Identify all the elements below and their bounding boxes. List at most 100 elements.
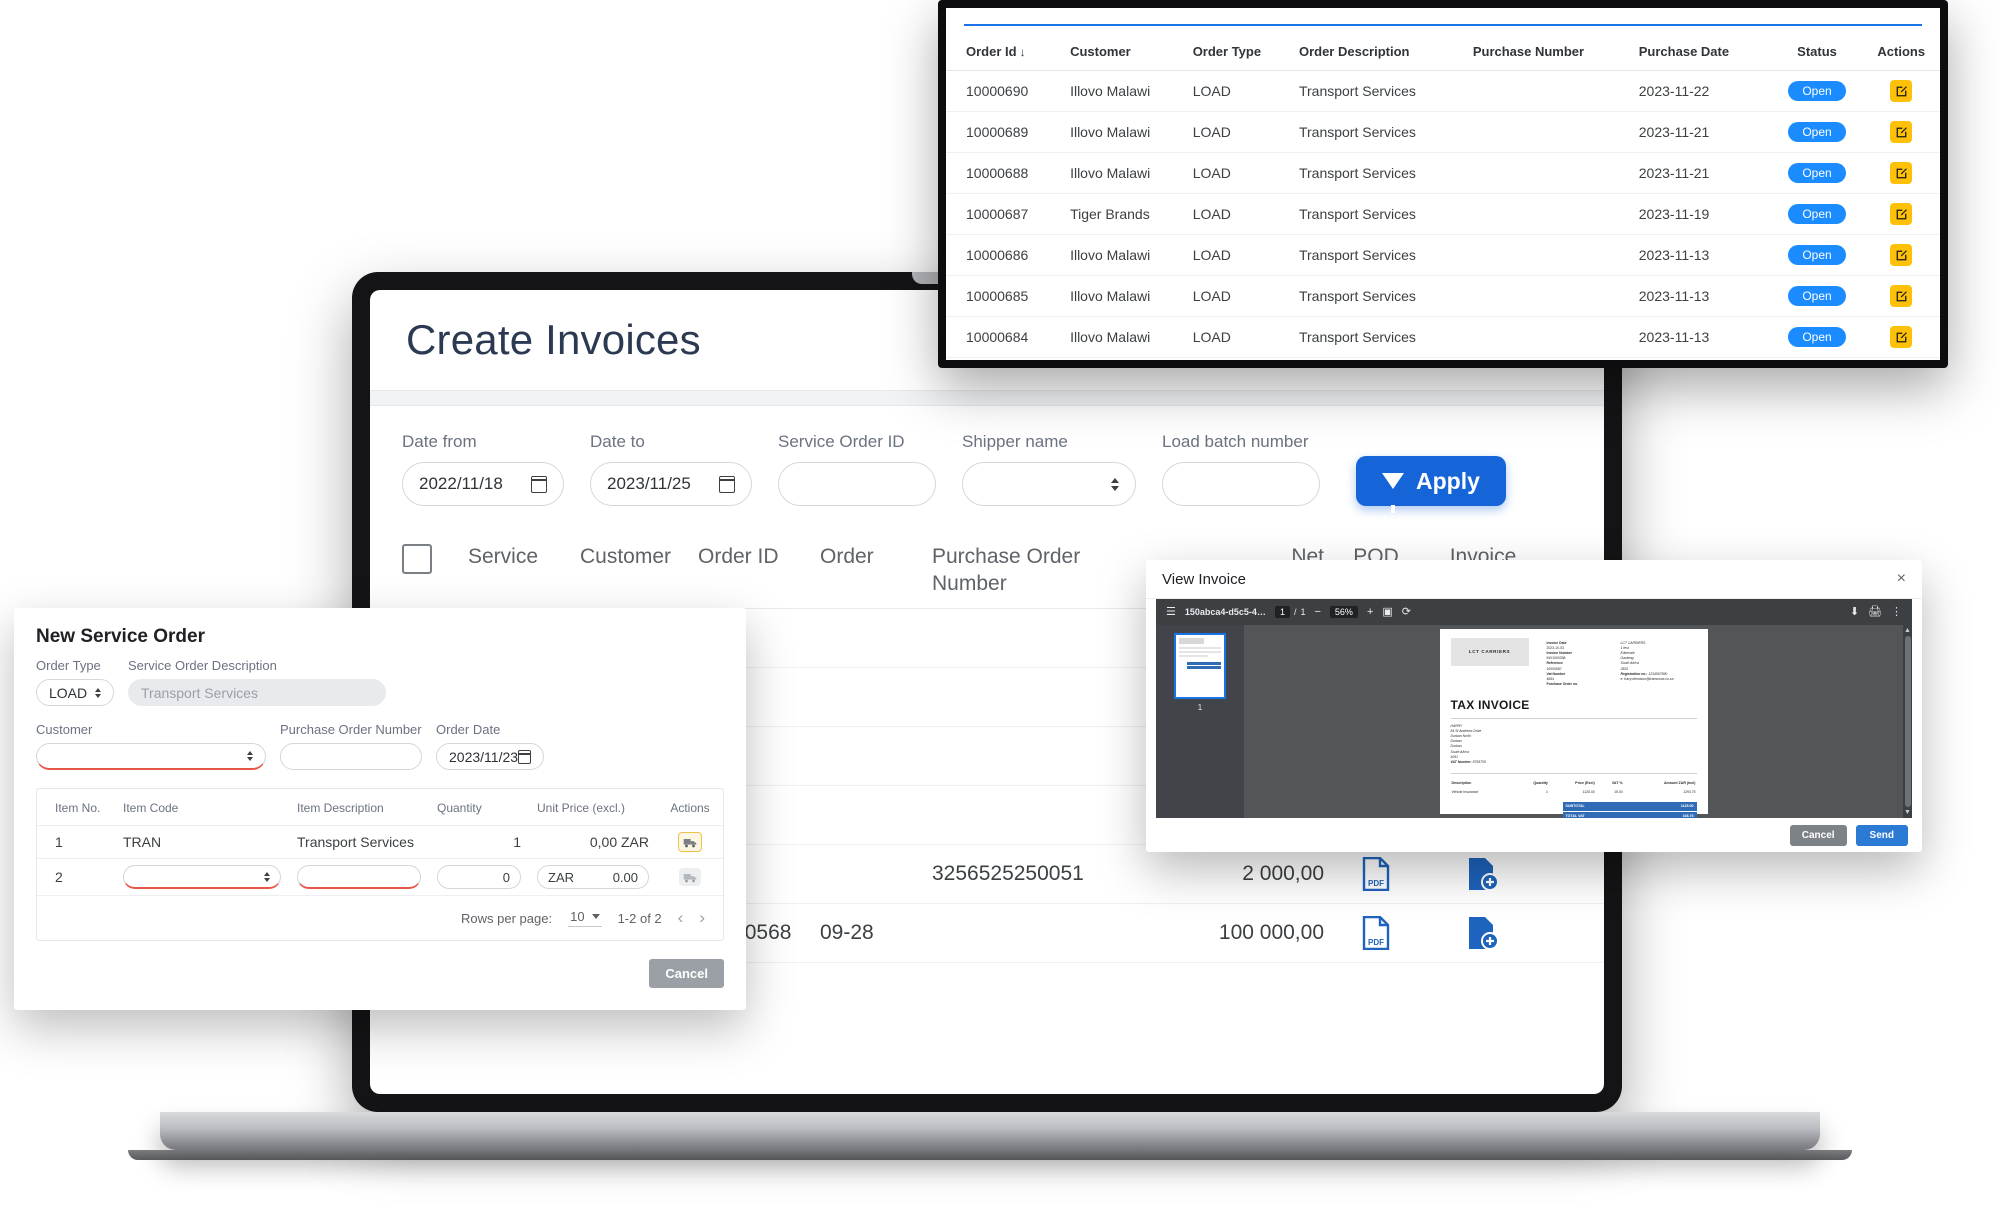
table-row[interactable]: 10000684 Illovo Malawi LOAD Transport Servi…	[946, 316, 1940, 358]
actions-cell[interactable]	[1862, 152, 1940, 194]
cell-order-id: 10000684	[946, 316, 1067, 358]
pdf-icon[interactable]: PDF	[1362, 915, 1390, 950]
line-item-row[interactable]: 2 0 ZAR 0.00	[37, 858, 723, 896]
print-icon[interactable]: 🖨	[1868, 606, 1882, 618]
cell-customer: Tiger Brands	[1066, 193, 1189, 235]
order-date-input[interactable]: 2023/11/23	[436, 743, 544, 770]
close-icon[interactable]: ×	[1897, 570, 1906, 588]
pod-cell[interactable]: PDF	[1324, 915, 1428, 950]
actions-cell[interactable]	[1862, 275, 1940, 317]
purchase-order-number-input[interactable]	[280, 743, 422, 770]
zoom-out-button[interactable]: −	[1314, 606, 1320, 618]
meta-item: Purchase Order no.	[1547, 682, 1607, 687]
edit-icon[interactable]	[1890, 244, 1913, 266]
actions-cell[interactable]	[1862, 357, 1940, 360]
column-order-description[interactable]: Order Description	[1294, 34, 1469, 71]
apply-button[interactable]: Apply	[1356, 456, 1506, 513]
rows-per-page-value: 10	[570, 909, 585, 924]
calendar-icon[interactable]	[518, 749, 532, 764]
calendar-icon[interactable]	[531, 475, 547, 493]
edit-icon[interactable]	[1890, 121, 1913, 143]
table-row[interactable]: 10000685 Illovo Malawi LOAD Transport Servi…	[946, 275, 1940, 317]
column-order-type[interactable]: Order Type	[1188, 34, 1295, 71]
column-purchase-number[interactable]: Purchase Number	[1468, 34, 1635, 71]
actions-cell[interactable]	[1862, 316, 1940, 358]
order-type-select[interactable]: LOAD	[36, 679, 114, 706]
more-vertical-icon[interactable]: ⋮	[1891, 606, 1902, 618]
edit-icon[interactable]	[1890, 162, 1913, 184]
table-row[interactable]: 10000686 Illovo Malawi LOAD Transport Servi…	[946, 234, 1940, 276]
cancel-button[interactable]: Cancel	[649, 959, 724, 988]
table-row[interactable]: 10000688 Illovo Malawi LOAD Transport Servi…	[946, 152, 1940, 194]
calendar-icon[interactable]	[719, 475, 735, 493]
edit-icon[interactable]	[1890, 285, 1913, 307]
page-title: Create Invoices	[406, 316, 701, 363]
cell-actions[interactable]	[657, 858, 723, 896]
table-row[interactable]: 10000690 Illovo Malawi LOAD Transport Servi…	[946, 70, 1940, 112]
service-order-description-input[interactable]: Transport Services	[128, 679, 386, 706]
current-page-input[interactable]: 1	[1274, 606, 1290, 618]
date-from-input[interactable]: 2022/11/18	[402, 462, 564, 506]
pdf-icon[interactable]: PDF	[1362, 856, 1390, 891]
column-status[interactable]: Status	[1771, 34, 1863, 71]
scrollbar-thumb[interactable]	[1904, 636, 1911, 807]
page-thumbnail[interactable]	[1174, 633, 1226, 699]
shipper-name-select[interactable]	[962, 462, 1136, 506]
item-code-select[interactable]	[123, 865, 281, 889]
cell-purchase-date: 2023-11-19	[1634, 193, 1772, 235]
unit-price-input[interactable]: ZAR 0.00	[537, 865, 649, 889]
actions-cell[interactable]	[1862, 70, 1940, 112]
download-icon[interactable]: ⬇	[1850, 606, 1859, 618]
rows-per-page-select[interactable]: 10	[568, 909, 602, 927]
service-order-id-input[interactable]	[778, 462, 936, 506]
meta-label: Reference	[1546, 661, 1563, 666]
previous-page-button[interactable]: ‹	[678, 908, 684, 928]
edit-icon[interactable]	[1890, 326, 1913, 348]
date-to-input[interactable]: 2023/11/25	[590, 462, 752, 506]
actions-cell[interactable]	[1862, 111, 1940, 153]
zoom-in-button[interactable]: +	[1367, 606, 1373, 618]
actions-cell[interactable]	[1862, 193, 1940, 235]
cell-order-type: LOAD	[1188, 70, 1295, 112]
cell-purchase-date: 2023-11-21	[1634, 111, 1772, 153]
scroll-up-icon[interactable]: ▲	[1904, 627, 1911, 634]
cell-item-no: 1	[37, 825, 115, 859]
column-order-id[interactable]: Order Id ↓	[946, 34, 1067, 71]
next-page-button[interactable]: ›	[699, 908, 705, 928]
rotate-icon[interactable]: ⟳	[1402, 606, 1411, 618]
column-customer[interactable]: Customer	[1066, 34, 1189, 71]
table-row[interactable]: 10000687 Tiger Brands LOAD Transport Servic…	[946, 193, 1940, 235]
truck-icon[interactable]	[679, 868, 701, 886]
quantity-input[interactable]: 0	[437, 865, 521, 889]
scroll-down-icon[interactable]: ▼	[1904, 809, 1911, 816]
edit-icon[interactable]	[1890, 80, 1913, 102]
actions-cell[interactable]	[1862, 234, 1940, 276]
invoice-cell[interactable]	[1428, 857, 1538, 891]
customer-row: Customer Purchase Order Number Order Dat…	[36, 722, 724, 770]
line-item-row[interactable]: 1 TRAN Transport Services 1 0,00 ZAR	[37, 825, 723, 859]
pod-cell[interactable]: PDF	[1324, 856, 1428, 891]
send-button[interactable]: Send	[1855, 824, 1908, 846]
table-row[interactable]: 10000683Illovo MalawiLOADTransport Servi…	[946, 357, 1940, 360]
cell-order-description: Transport Services	[1294, 275, 1469, 317]
select-all-checkbox[interactable]	[402, 544, 432, 574]
cell-actions[interactable]	[657, 825, 723, 859]
pdf-body: 1 LCT CARRIERS Invoice Date 2023-10-03 In…	[1156, 625, 1912, 818]
fit-page-icon[interactable]: ▣	[1382, 606, 1392, 618]
load-batch-input[interactable]	[1162, 462, 1320, 506]
truck-icon[interactable]	[678, 832, 702, 852]
add-invoice-icon[interactable]	[1467, 916, 1499, 950]
column-purchase-date[interactable]: Purchase Date	[1634, 34, 1772, 71]
pdf-scrollbar[interactable]: ▲ ▼	[1903, 625, 1912, 818]
add-invoice-icon[interactable]	[1467, 857, 1499, 891]
chevron-updown-icon	[247, 751, 253, 761]
cancel-button[interactable]: Cancel	[1789, 824, 1847, 846]
invoice-cell[interactable]	[1428, 916, 1538, 950]
pdf-viewer: ☰ 150abca4-d5c5-4… 1 / 1 − 56% + ▣ ⟳ ⬇ 🖨…	[1156, 599, 1912, 818]
customer-select[interactable]	[36, 743, 266, 770]
item-description-input[interactable]	[297, 865, 421, 889]
hamburger-icon[interactable]: ☰	[1166, 606, 1176, 618]
edit-icon[interactable]	[1890, 203, 1913, 225]
table-row[interactable]: 10000689 Illovo Malawi LOAD Transport Servi…	[946, 111, 1940, 153]
status-cell: Open	[1771, 234, 1863, 276]
